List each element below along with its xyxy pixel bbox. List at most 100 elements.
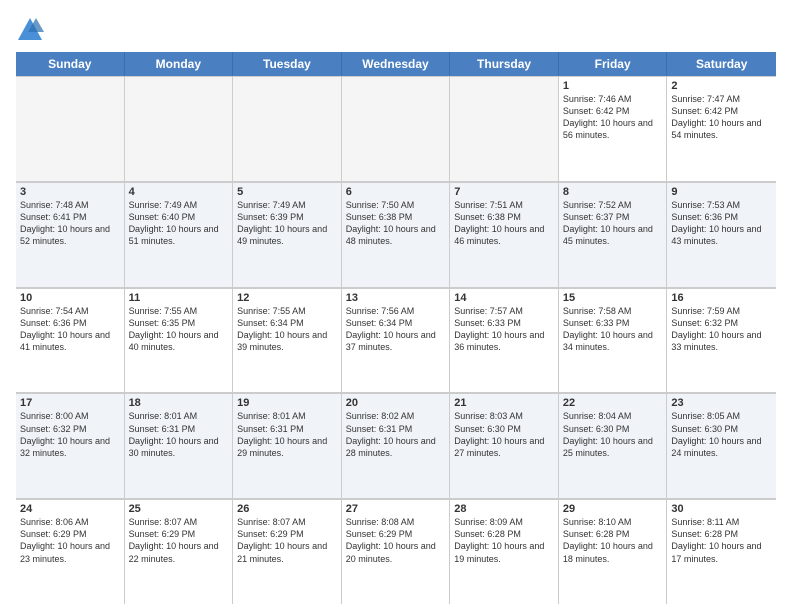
calendar-cell: 7Sunrise: 7:51 AM Sunset: 6:38 PM Daylig… xyxy=(450,182,559,287)
day-info: Sunrise: 7:59 AM Sunset: 6:32 PM Dayligh… xyxy=(671,305,772,354)
day-number: 5 xyxy=(237,186,337,198)
calendar-cell: 16Sunrise: 7:59 AM Sunset: 6:32 PM Dayli… xyxy=(667,288,776,393)
day-info: Sunrise: 7:56 AM Sunset: 6:34 PM Dayligh… xyxy=(346,305,446,354)
day-info: Sunrise: 8:09 AM Sunset: 6:28 PM Dayligh… xyxy=(454,516,554,565)
day-info: Sunrise: 7:58 AM Sunset: 6:33 PM Dayligh… xyxy=(563,305,663,354)
day-number: 9 xyxy=(671,186,772,198)
day-number: 1 xyxy=(563,80,663,92)
header-cell-sunday: Sunday xyxy=(16,52,125,76)
calendar-cell: 10Sunrise: 7:54 AM Sunset: 6:36 PM Dayli… xyxy=(16,288,125,393)
day-info: Sunrise: 7:52 AM Sunset: 6:37 PM Dayligh… xyxy=(563,199,663,248)
day-info: Sunrise: 7:46 AM Sunset: 6:42 PM Dayligh… xyxy=(563,93,663,142)
calendar-cell: 24Sunrise: 8:06 AM Sunset: 6:29 PM Dayli… xyxy=(16,499,125,604)
day-number: 3 xyxy=(20,186,120,198)
calendar-cell: 27Sunrise: 8:08 AM Sunset: 6:29 PM Dayli… xyxy=(342,499,451,604)
day-number: 11 xyxy=(129,292,229,304)
calendar-row: 10Sunrise: 7:54 AM Sunset: 6:36 PM Dayli… xyxy=(16,288,776,394)
calendar-cell: 18Sunrise: 8:01 AM Sunset: 6:31 PM Dayli… xyxy=(125,393,234,498)
day-number: 10 xyxy=(20,292,120,304)
day-info: Sunrise: 8:06 AM Sunset: 6:29 PM Dayligh… xyxy=(20,516,120,565)
calendar-cell: 1Sunrise: 7:46 AM Sunset: 6:42 PM Daylig… xyxy=(559,76,668,181)
day-info: Sunrise: 8:08 AM Sunset: 6:29 PM Dayligh… xyxy=(346,516,446,565)
calendar-cell: 29Sunrise: 8:10 AM Sunset: 6:28 PM Dayli… xyxy=(559,499,668,604)
calendar-cell xyxy=(125,76,234,181)
calendar-cell: 12Sunrise: 7:55 AM Sunset: 6:34 PM Dayli… xyxy=(233,288,342,393)
calendar-row: 24Sunrise: 8:06 AM Sunset: 6:29 PM Dayli… xyxy=(16,499,776,604)
calendar-cell: 21Sunrise: 8:03 AM Sunset: 6:30 PM Dayli… xyxy=(450,393,559,498)
header-cell-monday: Monday xyxy=(125,52,234,76)
calendar-row: 3Sunrise: 7:48 AM Sunset: 6:41 PM Daylig… xyxy=(16,182,776,288)
day-number: 30 xyxy=(671,503,772,515)
calendar-cell: 19Sunrise: 8:01 AM Sunset: 6:31 PM Dayli… xyxy=(233,393,342,498)
day-info: Sunrise: 7:55 AM Sunset: 6:34 PM Dayligh… xyxy=(237,305,337,354)
day-info: Sunrise: 8:01 AM Sunset: 6:31 PM Dayligh… xyxy=(129,410,229,459)
calendar-cell xyxy=(16,76,125,181)
header-cell-tuesday: Tuesday xyxy=(233,52,342,76)
day-info: Sunrise: 8:03 AM Sunset: 6:30 PM Dayligh… xyxy=(454,410,554,459)
day-number: 17 xyxy=(20,397,120,409)
day-info: Sunrise: 8:10 AM Sunset: 6:28 PM Dayligh… xyxy=(563,516,663,565)
day-number: 14 xyxy=(454,292,554,304)
day-info: Sunrise: 8:07 AM Sunset: 6:29 PM Dayligh… xyxy=(237,516,337,565)
calendar-row: 1Sunrise: 7:46 AM Sunset: 6:42 PM Daylig… xyxy=(16,76,776,182)
day-info: Sunrise: 8:02 AM Sunset: 6:31 PM Dayligh… xyxy=(346,410,446,459)
header-cell-friday: Friday xyxy=(559,52,668,76)
calendar-cell: 13Sunrise: 7:56 AM Sunset: 6:34 PM Dayli… xyxy=(342,288,451,393)
day-number: 12 xyxy=(237,292,337,304)
day-number: 23 xyxy=(671,397,772,409)
calendar-cell: 3Sunrise: 7:48 AM Sunset: 6:41 PM Daylig… xyxy=(16,182,125,287)
day-number: 4 xyxy=(129,186,229,198)
calendar-cell: 26Sunrise: 8:07 AM Sunset: 6:29 PM Dayli… xyxy=(233,499,342,604)
day-number: 13 xyxy=(346,292,446,304)
calendar-cell: 5Sunrise: 7:49 AM Sunset: 6:39 PM Daylig… xyxy=(233,182,342,287)
calendar-header: SundayMondayTuesdayWednesdayThursdayFrid… xyxy=(16,52,776,76)
day-info: Sunrise: 7:49 AM Sunset: 6:39 PM Dayligh… xyxy=(237,199,337,248)
day-number: 8 xyxy=(563,186,663,198)
day-number: 21 xyxy=(454,397,554,409)
day-number: 29 xyxy=(563,503,663,515)
calendar-cell: 11Sunrise: 7:55 AM Sunset: 6:35 PM Dayli… xyxy=(125,288,234,393)
day-number: 16 xyxy=(671,292,772,304)
day-info: Sunrise: 8:04 AM Sunset: 6:30 PM Dayligh… xyxy=(563,410,663,459)
day-number: 15 xyxy=(563,292,663,304)
calendar-cell xyxy=(233,76,342,181)
calendar-cell: 14Sunrise: 7:57 AM Sunset: 6:33 PM Dayli… xyxy=(450,288,559,393)
day-info: Sunrise: 7:47 AM Sunset: 6:42 PM Dayligh… xyxy=(671,93,772,142)
day-number: 25 xyxy=(129,503,229,515)
header-cell-wednesday: Wednesday xyxy=(342,52,451,76)
calendar-cell: 30Sunrise: 8:11 AM Sunset: 6:28 PM Dayli… xyxy=(667,499,776,604)
day-info: Sunrise: 8:07 AM Sunset: 6:29 PM Dayligh… xyxy=(129,516,229,565)
day-info: Sunrise: 7:57 AM Sunset: 6:33 PM Dayligh… xyxy=(454,305,554,354)
day-info: Sunrise: 7:48 AM Sunset: 6:41 PM Dayligh… xyxy=(20,199,120,248)
calendar-cell xyxy=(450,76,559,181)
logo-icon xyxy=(16,16,44,44)
calendar-cell: 28Sunrise: 8:09 AM Sunset: 6:28 PM Dayli… xyxy=(450,499,559,604)
calendar-cell: 4Sunrise: 7:49 AM Sunset: 6:40 PM Daylig… xyxy=(125,182,234,287)
day-number: 27 xyxy=(346,503,446,515)
calendar-cell: 6Sunrise: 7:50 AM Sunset: 6:38 PM Daylig… xyxy=(342,182,451,287)
calendar-cell: 23Sunrise: 8:05 AM Sunset: 6:30 PM Dayli… xyxy=(667,393,776,498)
calendar-cell: 22Sunrise: 8:04 AM Sunset: 6:30 PM Dayli… xyxy=(559,393,668,498)
day-number: 19 xyxy=(237,397,337,409)
day-number: 22 xyxy=(563,397,663,409)
calendar-cell: 15Sunrise: 7:58 AM Sunset: 6:33 PM Dayli… xyxy=(559,288,668,393)
day-info: Sunrise: 7:51 AM Sunset: 6:38 PM Dayligh… xyxy=(454,199,554,248)
day-number: 2 xyxy=(671,80,772,92)
day-info: Sunrise: 8:00 AM Sunset: 6:32 PM Dayligh… xyxy=(20,410,120,459)
header-cell-thursday: Thursday xyxy=(450,52,559,76)
calendar-cell: 8Sunrise: 7:52 AM Sunset: 6:37 PM Daylig… xyxy=(559,182,668,287)
day-info: Sunrise: 7:53 AM Sunset: 6:36 PM Dayligh… xyxy=(671,199,772,248)
calendar-cell: 2Sunrise: 7:47 AM Sunset: 6:42 PM Daylig… xyxy=(667,76,776,181)
calendar-cell xyxy=(342,76,451,181)
day-info: Sunrise: 7:55 AM Sunset: 6:35 PM Dayligh… xyxy=(129,305,229,354)
calendar-cell: 20Sunrise: 8:02 AM Sunset: 6:31 PM Dayli… xyxy=(342,393,451,498)
day-number: 26 xyxy=(237,503,337,515)
day-number: 20 xyxy=(346,397,446,409)
page: SundayMondayTuesdayWednesdayThursdayFrid… xyxy=(0,0,792,612)
calendar-body: 1Sunrise: 7:46 AM Sunset: 6:42 PM Daylig… xyxy=(16,76,776,604)
logo xyxy=(16,16,48,44)
calendar-cell: 9Sunrise: 7:53 AM Sunset: 6:36 PM Daylig… xyxy=(667,182,776,287)
header-cell-saturday: Saturday xyxy=(667,52,776,76)
day-info: Sunrise: 8:05 AM Sunset: 6:30 PM Dayligh… xyxy=(671,410,772,459)
day-number: 28 xyxy=(454,503,554,515)
